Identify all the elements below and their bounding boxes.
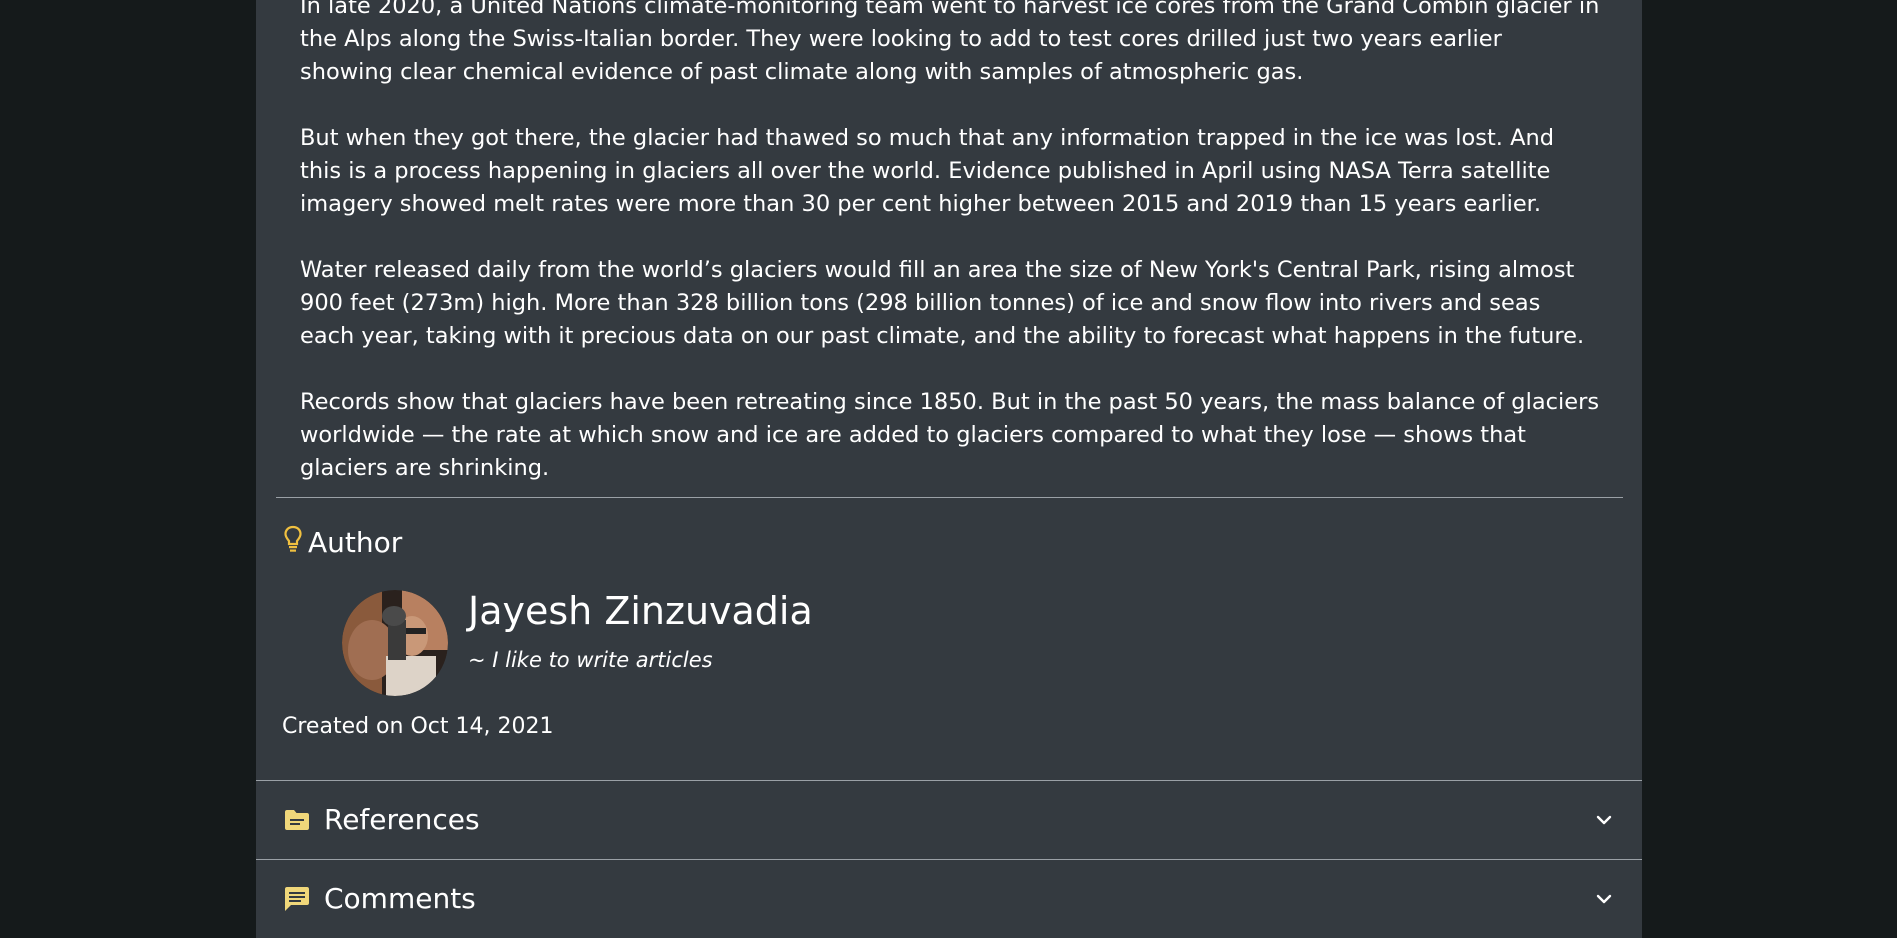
- article-paragraph: In late 2020, a United Nations climate-m…: [300, 0, 1600, 85]
- folder-icon: [284, 806, 312, 834]
- article-paragraph: Records show that glaciers have been ret…: [300, 389, 1600, 481]
- references-label: References: [324, 803, 480, 836]
- article-body: In late 2020, a United Nations climate-m…: [300, 0, 1600, 518]
- chevron-down-icon[interactable]: [1596, 810, 1616, 830]
- references-section-header[interactable]: References: [256, 780, 1642, 858]
- created-date: Created on Oct 14, 2021: [282, 714, 554, 739]
- comments-label: Comments: [324, 882, 476, 915]
- divider: [276, 497, 1623, 498]
- chevron-down-icon[interactable]: [1596, 889, 1616, 909]
- article-paragraph: Water released daily from the world’s gl…: [300, 257, 1585, 349]
- lightbulb-icon: [284, 525, 302, 560]
- author-bio: ~ I like to write articles: [468, 648, 713, 672]
- author-heading-label: Author: [308, 525, 403, 559]
- comments-section-header[interactable]: Comments: [256, 859, 1642, 937]
- author-heading: Author: [284, 522, 402, 562]
- avatar: [342, 590, 448, 696]
- article-card: In late 2020, a United Nations climate-m…: [256, 0, 1642, 938]
- author-name: Jayesh Zinzuvadia: [468, 589, 813, 633]
- article-paragraph: But when they got there, the glacier had…: [300, 125, 1555, 217]
- comment-icon: [284, 885, 312, 913]
